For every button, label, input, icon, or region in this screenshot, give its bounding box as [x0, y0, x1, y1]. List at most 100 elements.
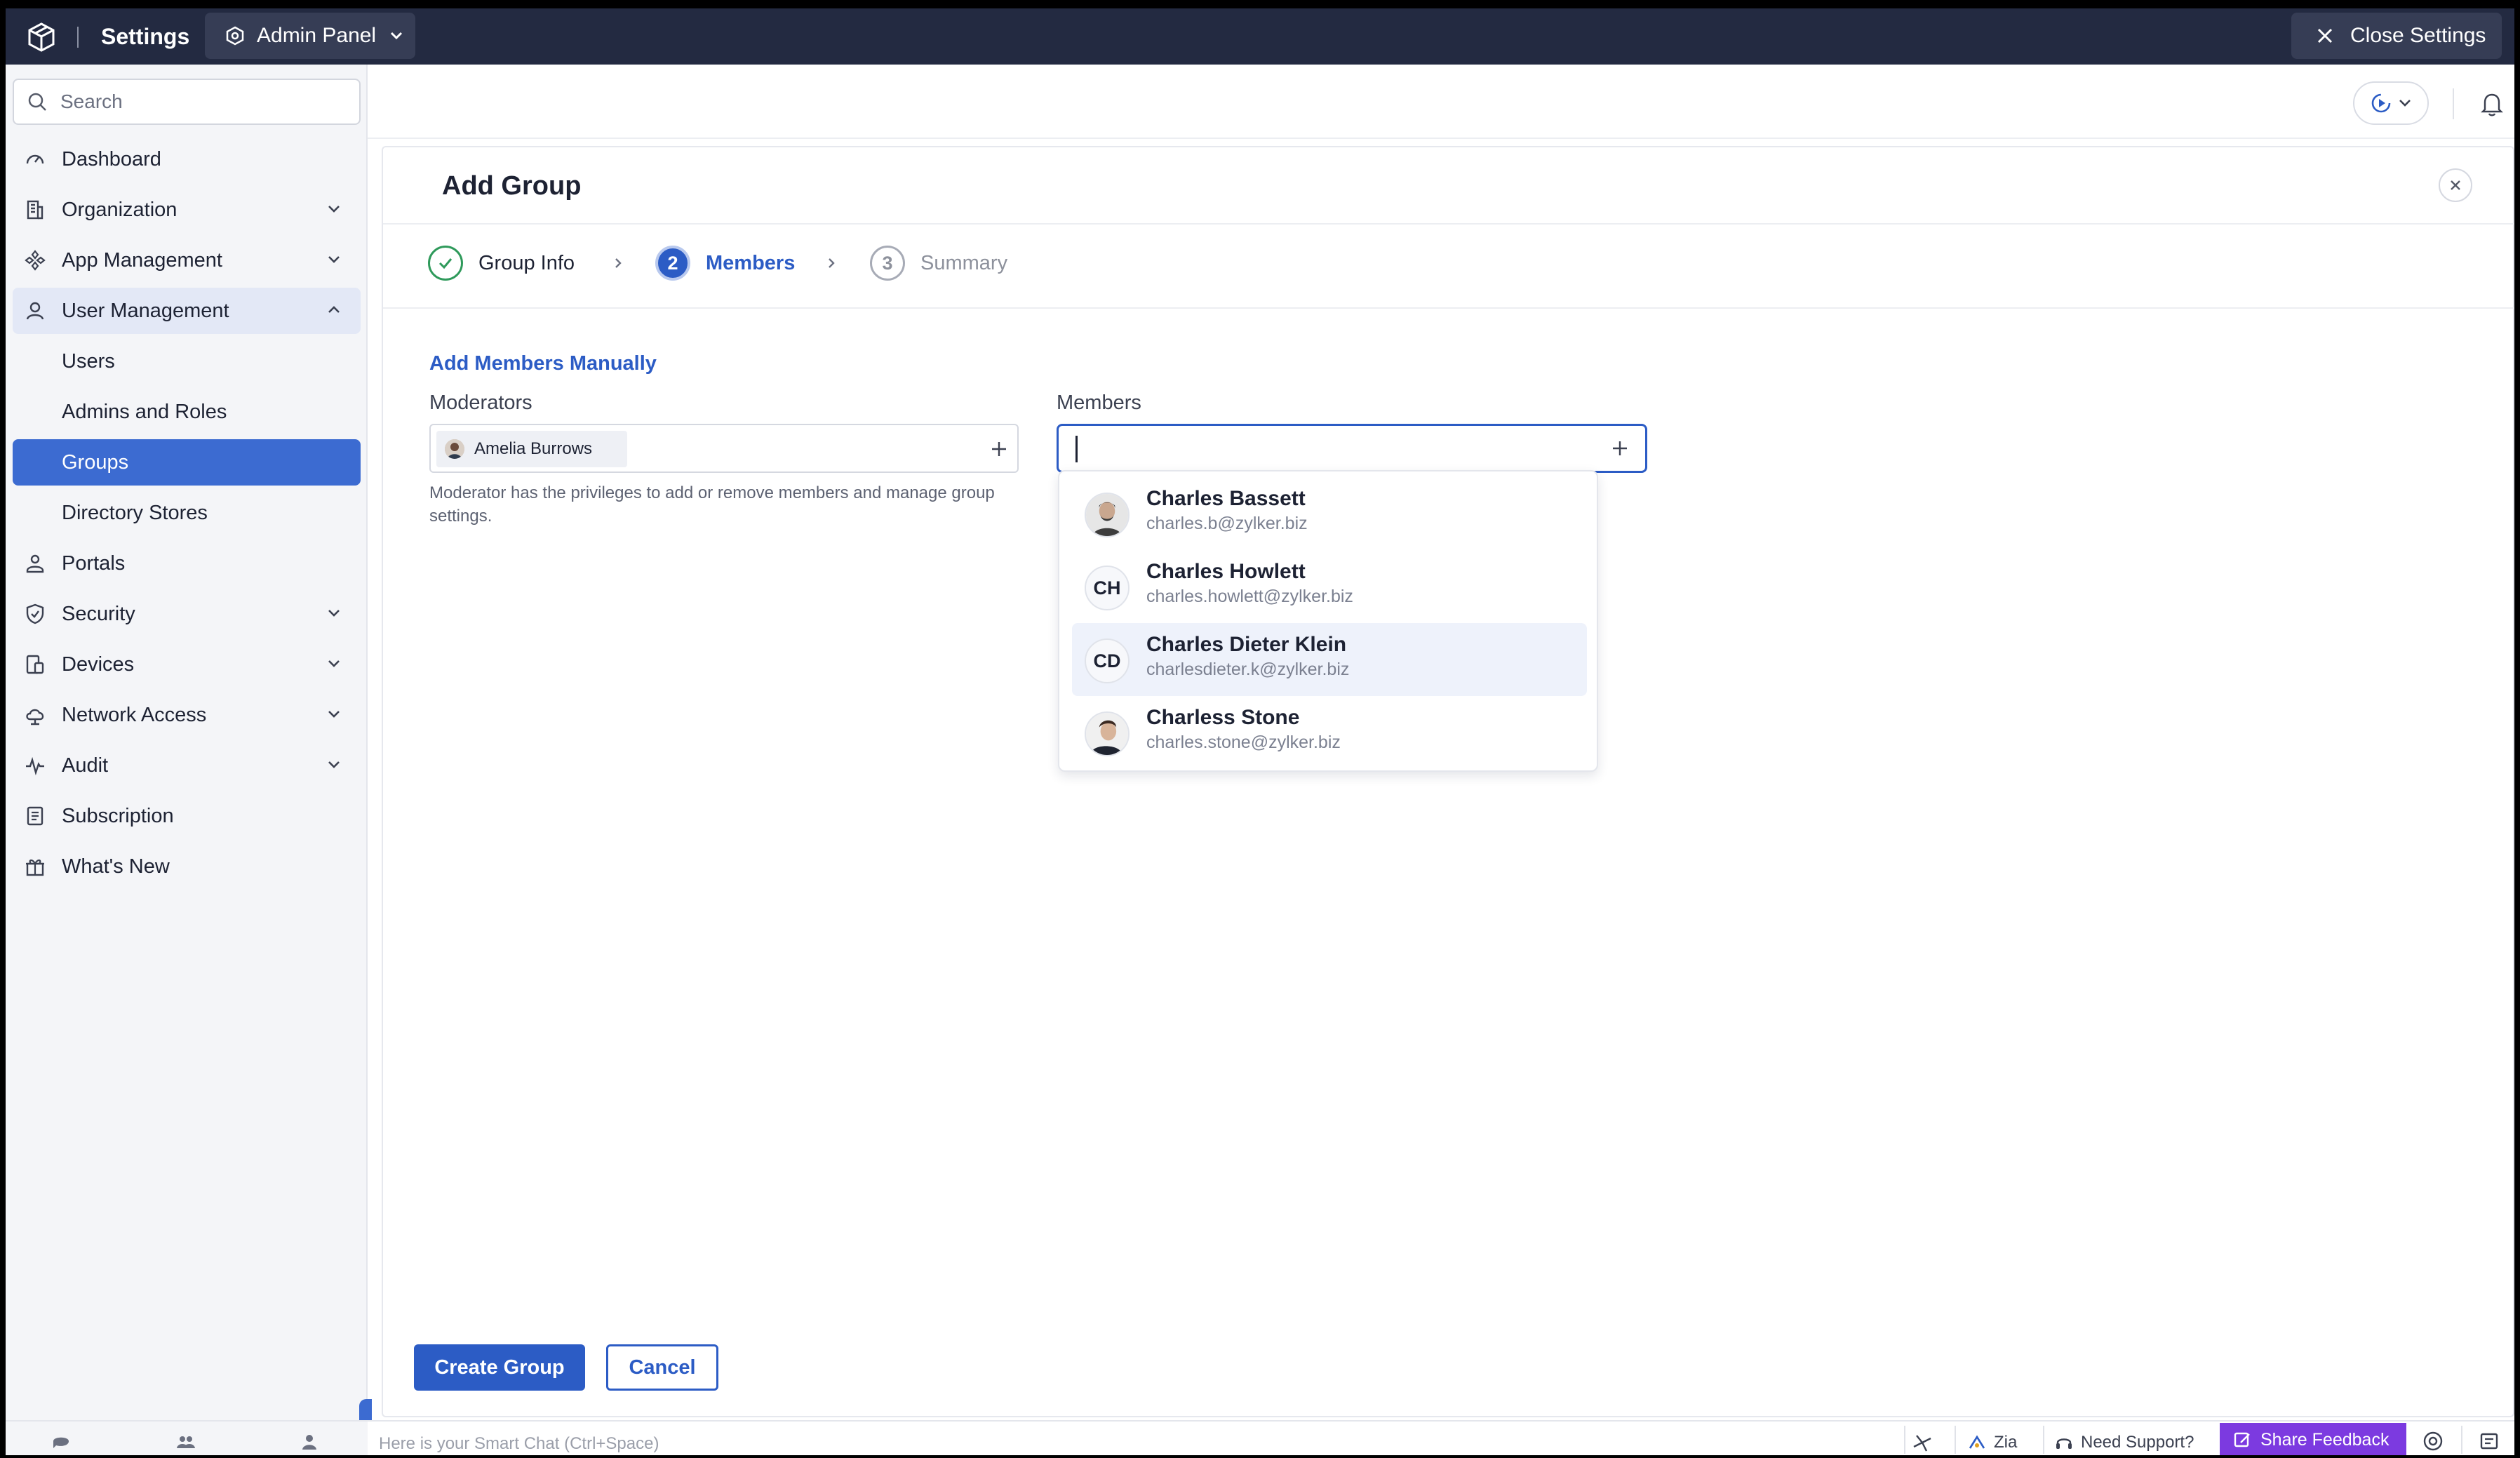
sidebar-item-users[interactable]: Users	[13, 338, 361, 384]
suggestion-email: charles.b@zylker.biz	[1146, 514, 1308, 533]
notes-icon[interactable]	[2478, 1430, 2500, 1452]
suggestion-email: charles.howlett@zylker.biz	[1146, 587, 1353, 606]
suggestion-email: charles.stone@zylker.biz	[1146, 733, 1341, 752]
step-label: Summary	[920, 251, 1008, 274]
bottom-divider	[2043, 1426, 2044, 1454]
search-placeholder: Search	[60, 91, 123, 112]
bottom-bar: Here is your Smart Chat (Ctrl+Space) Zia…	[6, 1420, 2514, 1455]
members-field[interactable]	[1057, 424, 1647, 473]
admin-panel-switcher[interactable]: Admin Panel	[205, 13, 415, 59]
at-mention-icon[interactable]	[2422, 1430, 2444, 1452]
sidebar-item-audit[interactable]: Audit	[13, 742, 361, 789]
dialog-divider	[383, 223, 2514, 225]
pinwheel-icon[interactable]	[1911, 1431, 1933, 1454]
smart-chat-input[interactable]: Here is your Smart Chat (Ctrl+Space)	[379, 1434, 659, 1454]
sidebar-item-label: Users	[62, 349, 115, 373]
assistant-button[interactable]	[2353, 81, 2429, 125]
sidebar-item-network-access[interactable]: Network Access	[13, 692, 361, 738]
document-icon	[27, 806, 43, 826]
sidebar-item-devices[interactable]: Devices	[13, 641, 361, 688]
step-label: Members	[706, 251, 796, 274]
text-caret	[1075, 436, 1078, 462]
sidebar-item-groups[interactable]: Groups	[13, 439, 361, 486]
bottom-divider	[1904, 1426, 1905, 1454]
step-number: 3	[870, 246, 905, 281]
step-summary[interactable]: 3 Summary	[870, 240, 1007, 286]
sidebar-search-input[interactable]: Search	[13, 79, 361, 125]
chevron-down-icon	[328, 761, 340, 768]
suggestion-name: Charles Dieter Klein	[1146, 633, 1347, 656]
sidebar-item-app-management[interactable]: App Management	[13, 237, 361, 283]
members-label: Members	[1057, 392, 1141, 414]
add-member-icon[interactable]	[1610, 439, 1630, 458]
sidebar-item-label: User Management	[62, 299, 229, 322]
chevron-right-icon	[615, 258, 622, 268]
gift-icon	[26, 860, 44, 876]
add-moderator-icon[interactable]	[989, 439, 1009, 459]
portal-icon	[26, 554, 44, 573]
suggestion-email: charlesdieter.k@zylker.biz	[1146, 660, 1350, 679]
activity-icon	[26, 756, 44, 776]
chevron-down-icon	[2399, 100, 2411, 107]
avatar-initials: CH	[1085, 566, 1130, 610]
suggestion-item[interactable]: Charles Bassett charles.b@zylker.biz	[1072, 477, 1587, 550]
sidebar-item-subscription[interactable]: Subscription	[13, 793, 361, 839]
apps-icon	[25, 250, 46, 271]
profile-icon[interactable]	[299, 1431, 320, 1452]
suggestion-name: Charless Stone	[1146, 706, 1300, 729]
avatar-initials: CD	[1085, 638, 1130, 683]
devices-icon	[26, 655, 44, 674]
sidebar-item-organization[interactable]: Organization	[13, 187, 361, 233]
sidebar-item-security[interactable]: Security	[13, 591, 361, 637]
sidebar: Search Dashboard Organization App Manage…	[6, 65, 372, 1443]
chevron-up-icon	[328, 306, 340, 313]
bottom-divider	[2461, 1426, 2462, 1454]
chat-icon[interactable]	[51, 1431, 72, 1452]
sidebar-item-user-management[interactable]: User Management	[13, 288, 361, 334]
feedback-icon	[2234, 1432, 2250, 1447]
step-group-info[interactable]: Group Info	[428, 240, 575, 286]
chevron-down-icon	[328, 206, 340, 213]
avatar	[445, 439, 464, 459]
cancel-button[interactable]: Cancel	[606, 1344, 718, 1391]
assistant-icon	[2371, 93, 2391, 113]
sidebar-item-whats-new[interactable]: What's New	[13, 843, 361, 890]
section-title: Add Members Manually	[429, 352, 657, 375]
sidebar-item-dashboard[interactable]: Dashboard	[13, 136, 361, 182]
bottom-left-tools	[6, 1422, 368, 1455]
close-settings-button[interactable]: Close Settings	[2291, 13, 2502, 59]
suggestion-item[interactable]: CH Charles Howlett charles.howlett@zylke…	[1072, 550, 1587, 623]
need-support-button[interactable]: Need Support?	[2054, 1433, 2194, 1452]
member-suggestions-dropdown: Charles Bassett charles.b@zylker.biz CH …	[1058, 470, 1598, 772]
dashboard-icon	[26, 154, 44, 164]
suggestion-item[interactable]: Charless Stone charles.stone@zylker.biz	[1072, 696, 1587, 769]
share-feedback-button[interactable]: Share Feedback	[2220, 1423, 2406, 1455]
sidebar-item-label: App Management	[62, 248, 222, 272]
avatar	[1085, 711, 1130, 756]
moderators-field[interactable]: Amelia Burrows	[429, 424, 1019, 473]
avatar	[1085, 493, 1130, 537]
app-logo-icon[interactable]	[25, 21, 58, 53]
sidebar-item-label: Dashboard	[62, 147, 161, 170]
sidebar-item-portals[interactable]: Portals	[13, 540, 361, 587]
contacts-icon[interactable]	[175, 1431, 196, 1452]
header-divider	[2453, 88, 2454, 119]
moderator-hint: Moderator has the privileges to add or r…	[429, 483, 995, 526]
create-group-button[interactable]: Create Group	[414, 1344, 585, 1391]
notification-bell-icon[interactable]	[2478, 90, 2506, 118]
sidebar-item-label: Devices	[62, 653, 135, 676]
headset-icon	[2056, 1438, 2072, 1449]
moderator-chip[interactable]: Amelia Burrows	[436, 431, 627, 467]
sidebar-item-admins-and-roles[interactable]: Admins and Roles	[13, 389, 361, 435]
suggestion-name: Charles Bassett	[1146, 487, 1306, 510]
step-done-circle	[428, 246, 463, 281]
step-members[interactable]: 2 Members	[655, 240, 795, 286]
dialog-close-button[interactable]	[2439, 168, 2472, 202]
top-bar: Settings Admin Panel Close Settings	[6, 8, 2514, 65]
step-label: Group Info	[478, 251, 575, 274]
sidebar-item-directory-stores[interactable]: Directory Stores	[13, 490, 361, 536]
zia-icon	[1969, 1435, 1985, 1449]
sidebar-item-label: Groups	[62, 450, 129, 474]
suggestion-item-highlighted[interactable]: CD Charles Dieter Klein charlesdieter.k@…	[1072, 623, 1587, 696]
zia-button[interactable]: Zia	[1967, 1433, 2017, 1452]
